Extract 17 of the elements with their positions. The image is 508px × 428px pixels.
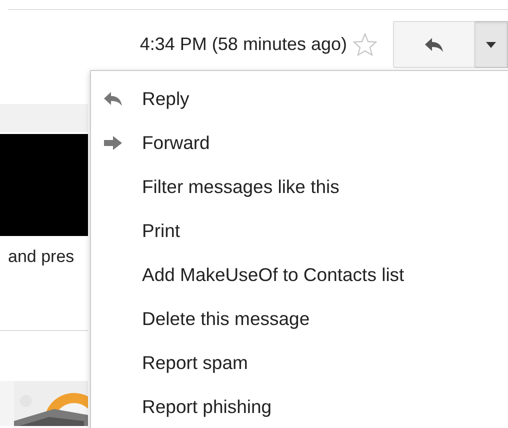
menu-item[interactable]: Print (91, 209, 508, 253)
menu-item[interactable]: Filter messages like this (91, 165, 508, 209)
menu-item[interactable]: Add MakeUseOf to Contacts list (91, 253, 508, 297)
timestamp: 4:34 PM (58 minutes ago) (140, 33, 347, 56)
reply-arrow-icon (103, 91, 123, 107)
reply-icon (424, 36, 444, 52)
reply-button[interactable] (393, 21, 475, 68)
forward-arrow-icon (103, 135, 123, 151)
menu-item[interactable]: Reply (91, 77, 508, 121)
message-snippet: and pres (7, 246, 76, 268)
more-options-button[interactable] (475, 21, 508, 68)
caret-icon (486, 42, 496, 48)
menu-item[interactable]: Forward (91, 121, 508, 165)
menu-item[interactable]: Report phishing (91, 385, 508, 428)
star-icon[interactable] (353, 32, 377, 56)
menu-item[interactable]: Report spam (91, 341, 508, 385)
menu-item[interactable]: Delete this message (91, 297, 508, 341)
